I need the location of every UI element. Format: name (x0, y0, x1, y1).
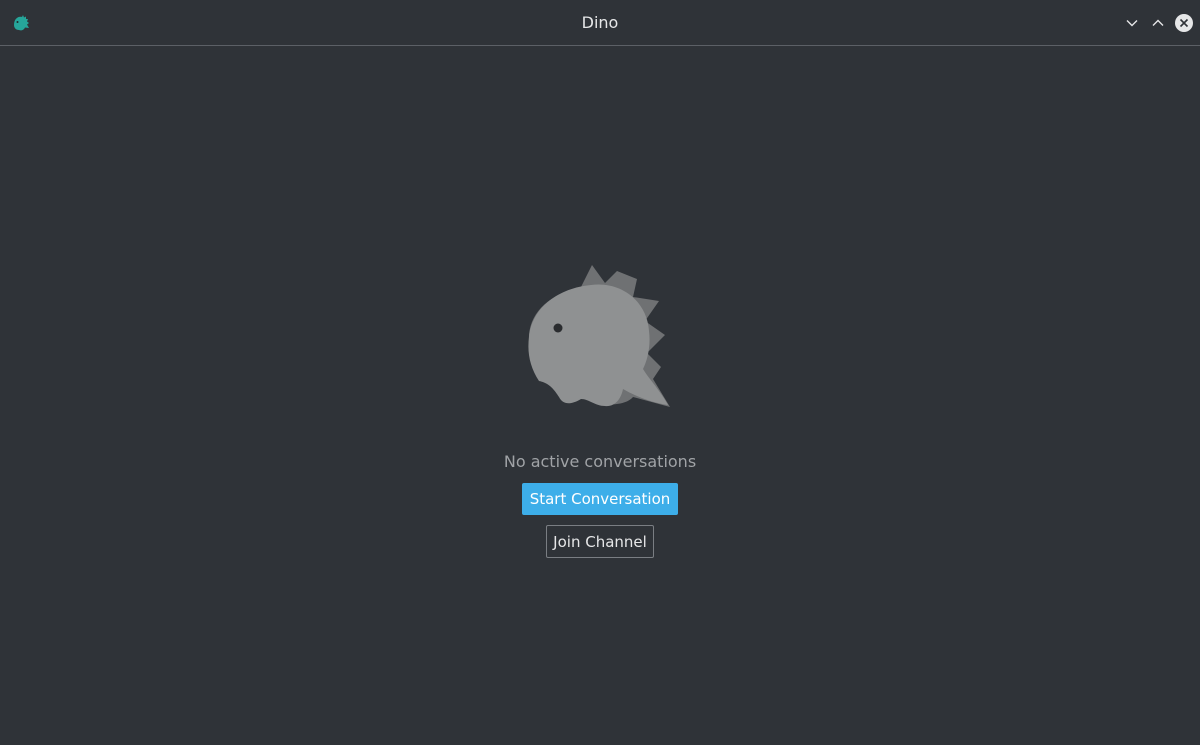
close-icon (1175, 14, 1193, 32)
chevron-up-icon (1152, 19, 1164, 26)
window-title: Dino (581, 13, 619, 32)
close-button[interactable] (1174, 13, 1194, 33)
empty-conversations-view: No active conversations Start Conversati… (0, 47, 1200, 745)
start-conversation-button[interactable]: Start Conversation (522, 483, 678, 515)
app-window: Dino No active conversations Start Conve… (0, 0, 1200, 745)
join-channel-button[interactable]: Join Channel (546, 525, 654, 558)
title-bar[interactable]: Dino (0, 0, 1200, 46)
dino-mascot-icon (528, 265, 670, 407)
maximize-button[interactable] (1148, 13, 1168, 33)
minimize-button[interactable] (1122, 13, 1142, 33)
chevron-down-icon (1126, 20, 1138, 27)
empty-state-message: No active conversations (503, 452, 697, 471)
